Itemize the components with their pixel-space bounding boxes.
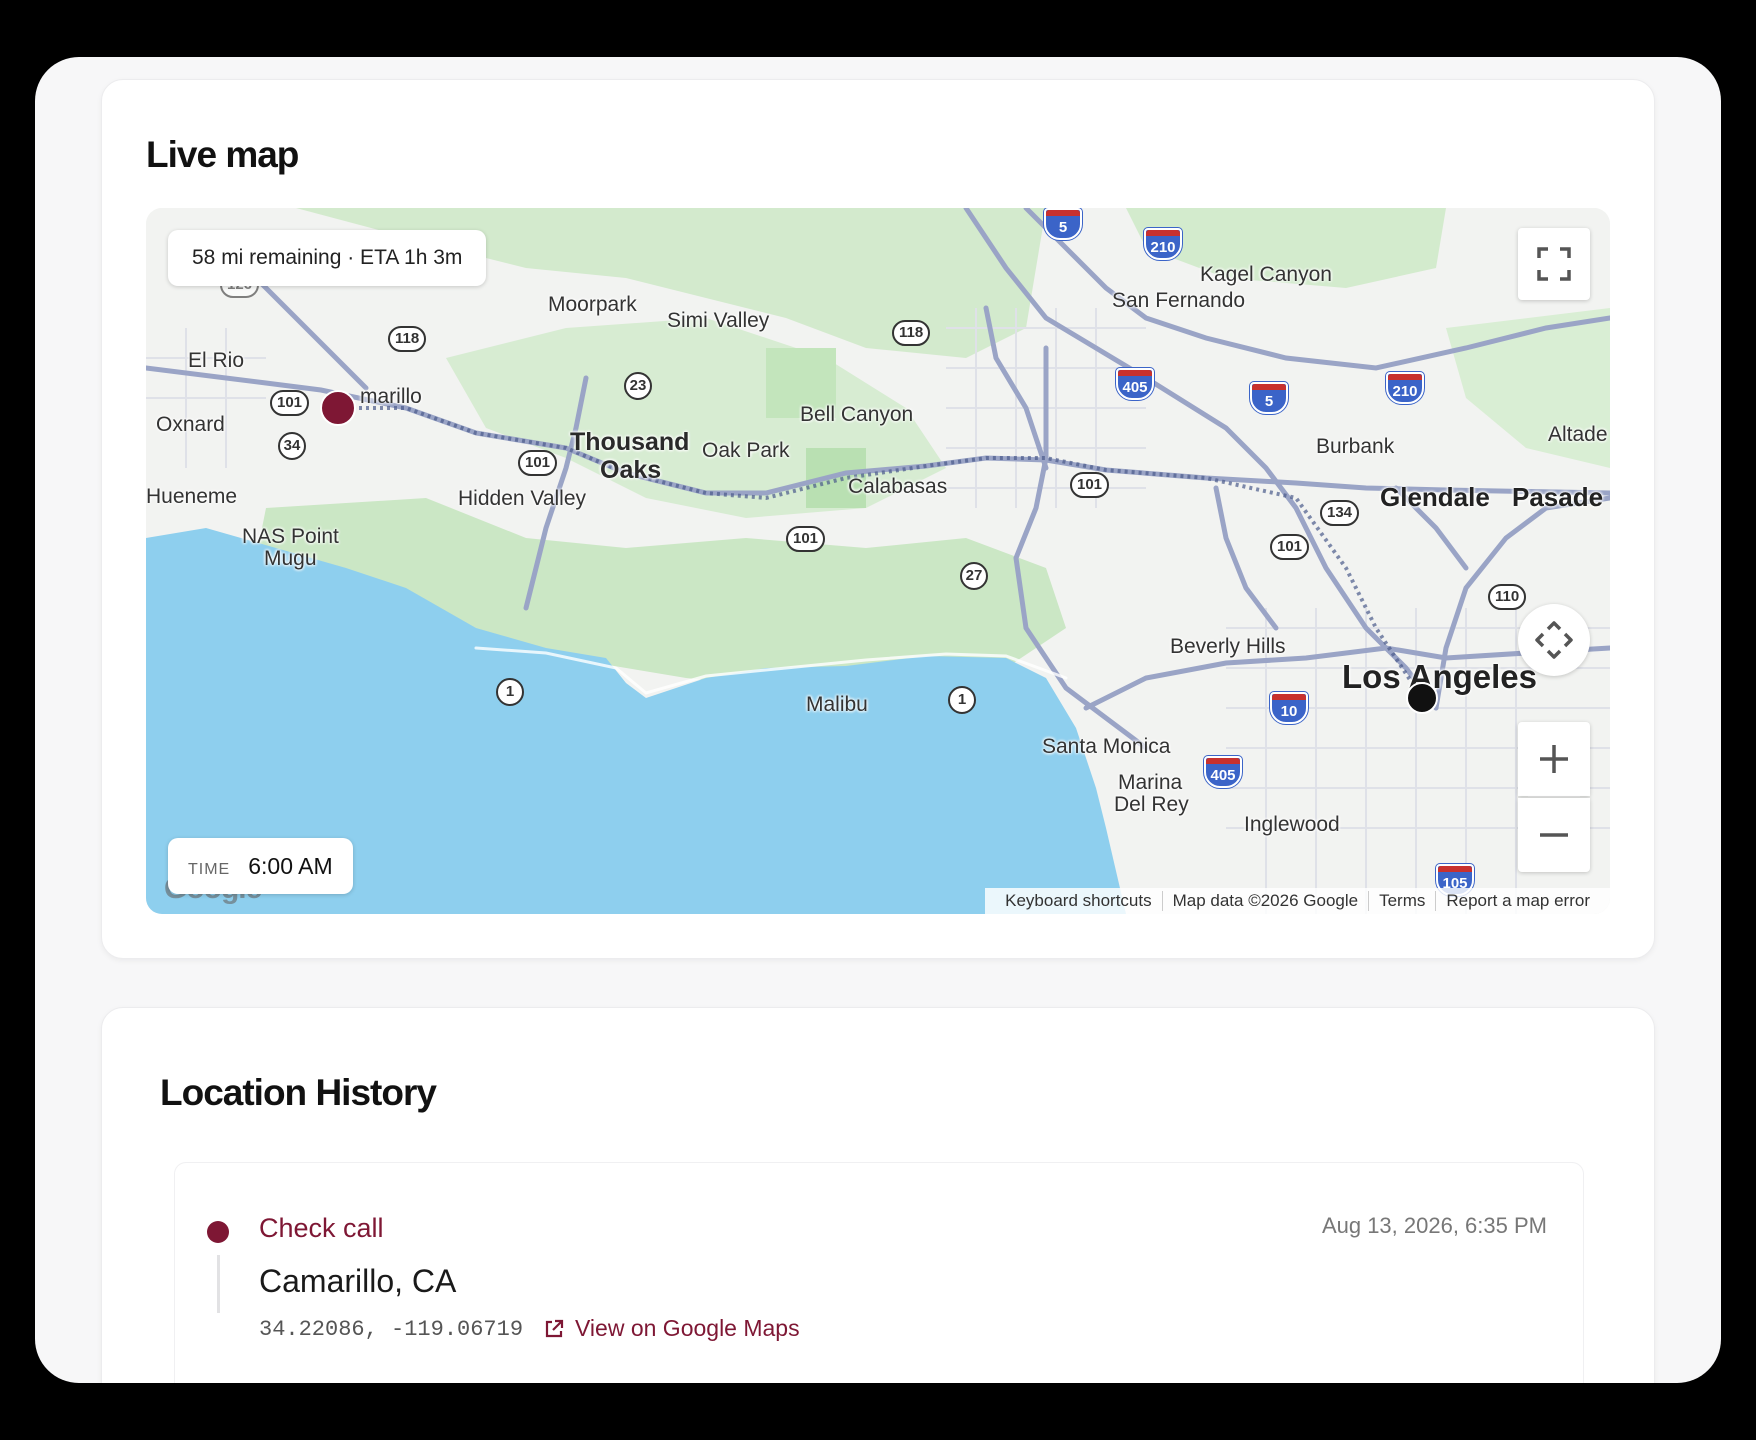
list-item: Check call Camarillo, CA 34.22086, -119.… xyxy=(174,1162,1584,1383)
map-label-calabasas: Calabasas xyxy=(848,475,948,498)
live-map-card: Live map Moorpark Simi Valley Kagel Cany… xyxy=(101,79,1655,959)
route-shield-ca1: 1 xyxy=(948,686,976,714)
event-timestamp: Aug 13, 2026, 6:35 PM xyxy=(1321,1213,1547,1238)
interstate-shield-i405: 405 xyxy=(1116,368,1154,400)
map-label-camarillo: marillo xyxy=(360,385,422,408)
map-label-mugu: Mugu xyxy=(264,547,317,570)
map-label-oak-park: Oak Park xyxy=(702,439,790,462)
zoom-out-button[interactable] xyxy=(1518,798,1590,872)
map-label-altadena: Altade xyxy=(1548,423,1608,446)
map-label-los-angeles: Los Angeles xyxy=(1342,658,1537,695)
view-on-google-maps-link[interactable]: View on Google Maps xyxy=(543,1315,800,1342)
interstate-shield-i210: 210 xyxy=(1144,228,1182,260)
timeline-line xyxy=(217,1255,220,1313)
map-label-hidden-valley: Hidden Valley xyxy=(458,487,587,510)
map-canvas[interactable]: Moorpark Simi Valley Kagel Canyon San Fe… xyxy=(146,208,1610,914)
report-map-error-link[interactable]: Report a map error xyxy=(1436,891,1600,911)
map-label-thousand: Thousand xyxy=(570,428,690,456)
keyboard-shortcuts-link[interactable]: Keyboard shortcuts xyxy=(995,891,1163,911)
map-label-simi-valley: Simi Valley xyxy=(667,309,770,332)
map-basemap xyxy=(146,208,1610,914)
map-label-oxnard: Oxnard xyxy=(156,413,225,436)
interstate-shield-i405: 405 xyxy=(1204,756,1242,788)
map-label-el-rio: El Rio xyxy=(188,349,245,372)
map-label-glendale: Glendale xyxy=(1380,482,1490,512)
map-label-inglewood: Inglewood xyxy=(1244,813,1340,836)
route-shield-us101: 101 xyxy=(518,450,558,476)
time-pill: TIME 6:00 AM xyxy=(168,838,353,894)
route-shield-ca23: 23 xyxy=(624,372,652,400)
zoom-divider xyxy=(1528,796,1580,797)
zoom-in-button[interactable] xyxy=(1518,722,1590,796)
plus-icon xyxy=(1540,745,1568,773)
map-label-moorpark: Moorpark xyxy=(548,293,637,316)
app-window: Live map Moorpark Simi Valley Kagel Cany… xyxy=(35,57,1721,1383)
map-label-del-rey: Del Rey xyxy=(1114,793,1189,816)
route-shield-ca134: 134 xyxy=(1320,500,1360,526)
map-label-oaks: Oaks xyxy=(600,456,662,484)
map-label-san-fernando: San Fernando xyxy=(1112,289,1246,312)
map-label-burbank: Burbank xyxy=(1316,435,1395,458)
location-history-card: Location History Check call Camarillo, C… xyxy=(101,1007,1655,1383)
map-label-hueneme: Hueneme xyxy=(146,485,238,508)
route-shield-ca1: 1 xyxy=(496,678,524,706)
map-label-nas-point: NAS Point xyxy=(242,525,339,548)
map-label-beverly-hills: Beverly Hills xyxy=(1170,635,1286,658)
map-label-bell-canyon: Bell Canyon xyxy=(800,403,914,426)
route-shield-ca110: 110 xyxy=(1488,584,1527,610)
map-data-credit: Map data ©2026 Google xyxy=(1163,891,1370,911)
timeline-dot xyxy=(207,1221,229,1243)
location-history-title: Location History xyxy=(160,1072,437,1113)
event-place: Camarillo, CA xyxy=(259,1263,457,1299)
live-map-title: Live map xyxy=(146,134,299,175)
time-value: 6:00 AM xyxy=(248,853,333,879)
camera-pan-icon xyxy=(1535,621,1573,659)
eta-pill: 58 mi remaining · ETA 1h 3m xyxy=(168,230,487,286)
fullscreen-button[interactable] xyxy=(1518,228,1590,300)
map-attribution: Keyboard shortcuts Map data ©2026 Google… xyxy=(985,888,1610,914)
map-label-santa-monica: Santa Monica xyxy=(1042,735,1171,758)
route-shield-us101: 101 xyxy=(1070,472,1110,498)
map-label-malibu: Malibu xyxy=(806,693,868,716)
minus-icon xyxy=(1540,833,1568,837)
route-shield-ca34: 34 xyxy=(278,432,306,460)
route-shield-ca118: 118 xyxy=(892,320,931,346)
terms-link[interactable]: Terms xyxy=(1369,891,1437,911)
destination-marker[interactable] xyxy=(1406,682,1438,714)
route-shield-us101: 101 xyxy=(786,526,826,552)
route-shield-us101: 101 xyxy=(1270,534,1310,560)
origin-marker[interactable] xyxy=(320,390,356,426)
route-shield-ca118: 118 xyxy=(388,326,427,352)
map-label-kagel-canyon: Kagel Canyon xyxy=(1200,263,1332,286)
interstate-shield-i5: 5 xyxy=(1250,382,1288,414)
time-label: TIME xyxy=(188,861,231,878)
interstate-shield-i210: 210 xyxy=(1386,372,1424,404)
external-link-icon xyxy=(545,1319,564,1337)
map-label-marina: Marina xyxy=(1118,771,1183,794)
route-shield-us101: 101 xyxy=(270,390,310,416)
map-label-pasadena: Pasade xyxy=(1512,482,1604,512)
camera-control-button[interactable] xyxy=(1518,604,1590,676)
event-coordinates: 34.22086, -119.06719 xyxy=(259,1317,524,1342)
interstate-shield-i10: 10 xyxy=(1270,692,1308,724)
interstate-shield-i5: 5 xyxy=(1044,208,1082,240)
event-type: Check call xyxy=(259,1213,384,1243)
view-on-google-maps-label: View on Google Maps xyxy=(575,1315,800,1341)
route-shield-ca27: 27 xyxy=(960,562,988,590)
fullscreen-icon xyxy=(1537,247,1571,281)
